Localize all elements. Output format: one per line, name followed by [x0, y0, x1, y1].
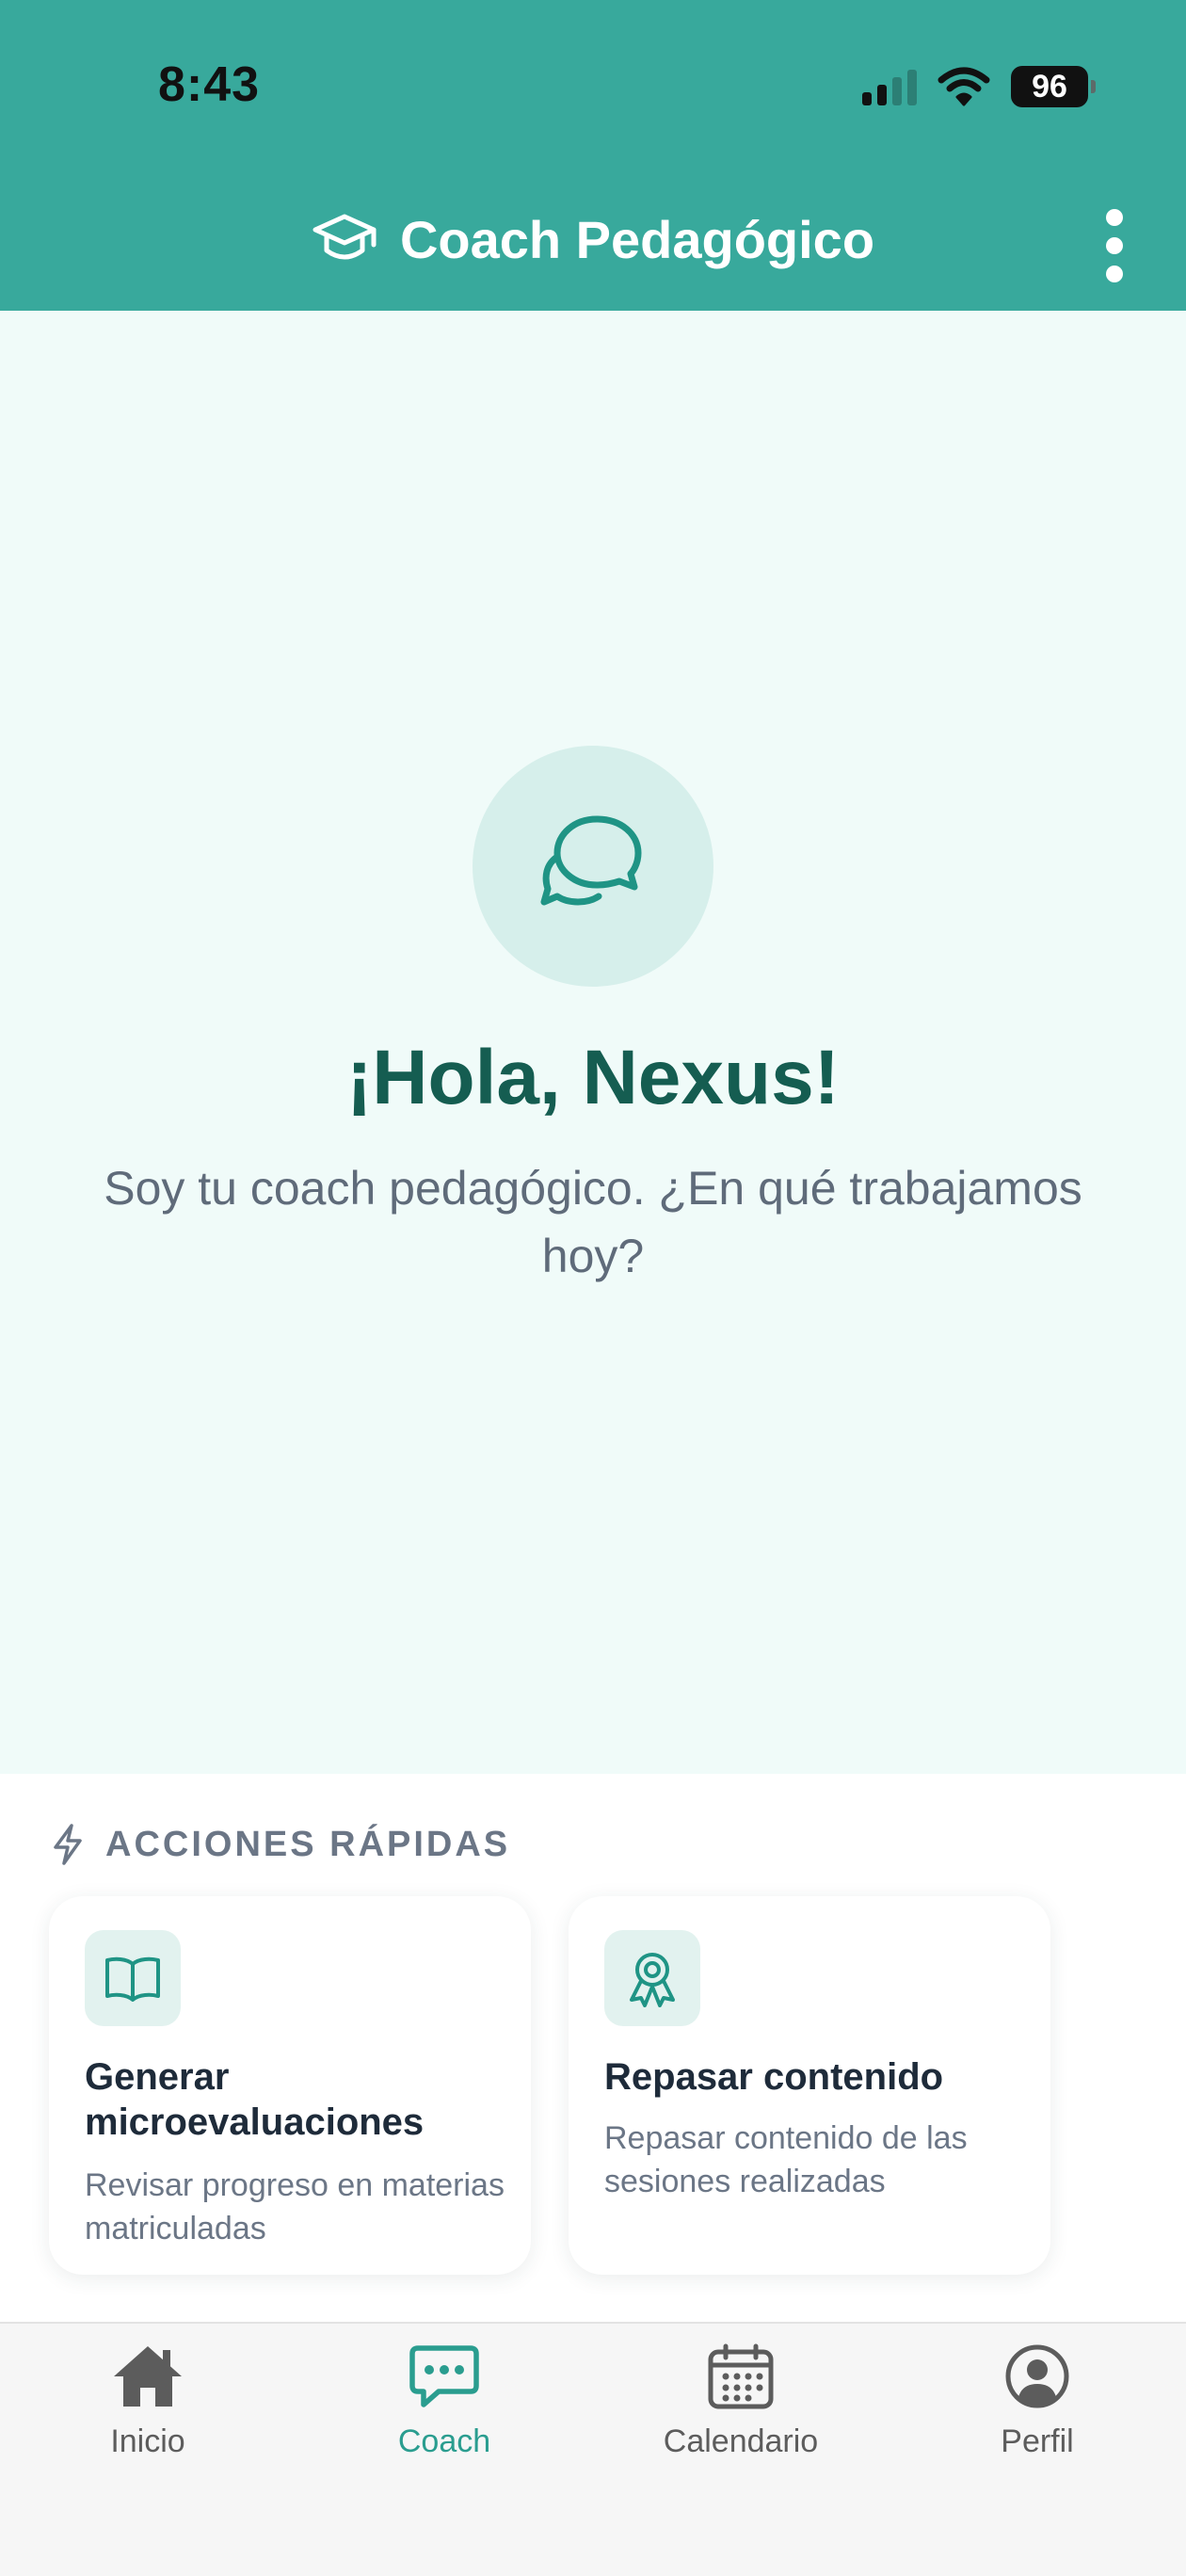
nav-label: Calendario — [663, 2423, 819, 2459]
chat-icon — [409, 2345, 479, 2407]
nav-tab-inicio[interactable]: Inicio — [25, 2343, 270, 2460]
nav-label: Perfil — [1001, 2423, 1074, 2459]
wifi-icon — [938, 67, 990, 106]
nav-tab-perfil[interactable]: Perfil — [915, 2343, 1160, 2460]
card-description: Repasar contenido de las sesiones realiz… — [604, 2120, 968, 2199]
status-icons: 96 — [862, 66, 1096, 107]
award-ribbon-icon — [604, 1930, 700, 2026]
chat-bubbles-icon — [473, 746, 713, 987]
quick-actions-panel: ACCIONES RÁPIDAS Generar microevaluacion… — [0, 1774, 1186, 2322]
quick-action-generate-microevaluations[interactable]: Generar microevaluaciones Revisar progre… — [49, 1896, 531, 2275]
battery-indicator: 96 — [1011, 66, 1096, 107]
more-options-button[interactable] — [1084, 203, 1145, 288]
user-circle-icon — [1005, 2344, 1069, 2408]
graduation-cap-icon — [313, 214, 377, 259]
more-vertical-icon — [1106, 209, 1123, 226]
quick-actions-heading: ACCIONES RÁPIDAS — [51, 1823, 510, 1866]
greeting-subtitle: Soy tu coach pedagógico. ¿En qué trabaja… — [104, 1162, 1082, 1282]
battery-level: 96 — [1032, 68, 1067, 105]
nav-tab-coach[interactable]: Coach — [322, 2343, 567, 2460]
bottom-navigation: Inicio Coach Calendario Perfil — [0, 2322, 1186, 2576]
quick-actions-label: ACCIONES RÁPIDAS — [105, 1824, 511, 1864]
card-description: Revisar progreso en materias matriculada… — [85, 2167, 505, 2246]
page-title: Coach Pedagógico — [399, 210, 875, 269]
cellular-signal-icon — [862, 68, 917, 105]
coach-screen: 8:43 96 Coach Pedagógico ¡Hola, Nexus! S… — [0, 0, 1186, 2576]
card-title: Repasar contenido — [604, 2056, 944, 2098]
quick-action-review-content[interactable]: Repasar contenido Repasar contenido de l… — [569, 1896, 1050, 2275]
home-icon — [114, 2346, 182, 2407]
calendar-icon — [708, 2343, 774, 2409]
nav-label: Inicio — [110, 2423, 185, 2459]
lightning-icon — [54, 1824, 82, 1865]
nav-tab-calendario[interactable]: Calendario — [618, 2343, 863, 2460]
card-title: Generar microevaluaciones — [85, 2056, 425, 2143]
nav-label: Coach — [397, 2423, 491, 2459]
status-time: 8:43 — [158, 57, 261, 112]
greeting-heading: ¡Hola, Nexus! — [346, 1035, 840, 1120]
header-title-row: Coach Pedagógico — [0, 209, 1186, 270]
book-open-icon — [85, 1930, 181, 2026]
app-header: 8:43 96 Coach Pedagógico — [0, 0, 1186, 311]
